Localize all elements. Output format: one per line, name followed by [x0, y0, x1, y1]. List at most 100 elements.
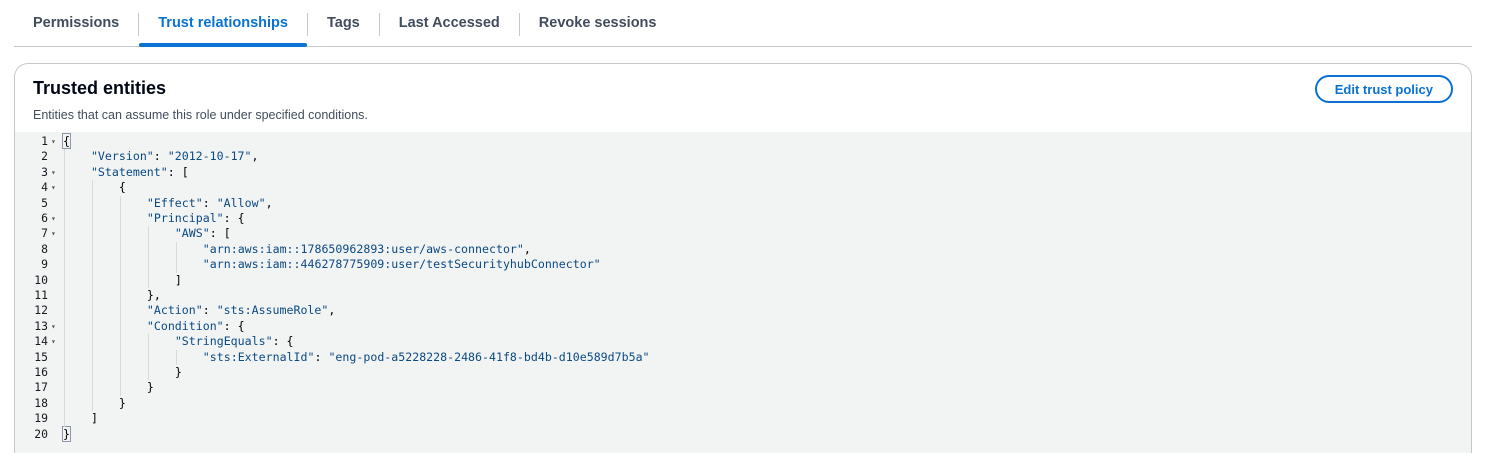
json-key: "Statement"	[90, 164, 168, 179]
json-punct: {	[62, 133, 71, 149]
code-text: },	[147, 288, 161, 303]
caret-down-icon[interactable]: ▾	[51, 319, 59, 334]
code-line: 10]	[15, 273, 1471, 288]
json-punct: }	[62, 425, 71, 442]
tab-permissions[interactable]: Permissions	[14, 0, 138, 46]
tab-trust-relationships[interactable]: Trust relationships	[139, 0, 307, 47]
json-key: "sts:ExternalId"	[202, 349, 315, 364]
json-punct: : {	[272, 334, 294, 349]
json-punct: :	[202, 303, 217, 318]
code-text: "Effect": "Allow",	[147, 196, 273, 211]
json-string: "eng-pod-a5228228-2486-41f8-bd4b-d10e589…	[328, 349, 650, 364]
panel-title: Trusted entities	[33, 78, 167, 98]
json-key: "Action"	[146, 303, 203, 318]
code-line: 13 ▾ "Condition": {	[15, 319, 1471, 334]
code-text: ]	[91, 411, 98, 426]
code-line: 5 "Effect": "Allow",	[15, 196, 1471, 211]
line-number: 8	[41, 241, 48, 256]
json-punct: ,	[251, 149, 259, 164]
code-line: 19]	[15, 411, 1471, 426]
indent-guide	[175, 349, 177, 365]
line-number: 5	[41, 195, 48, 210]
caret-down-icon[interactable]: ▾	[51, 334, 59, 349]
json-punct: ]	[174, 272, 182, 287]
code-text: "AWS": [	[175, 226, 231, 241]
code-text: "sts:ExternalId": "eng-pod-a5228228-2486…	[203, 350, 650, 365]
code-text: "Version": "2012-10-17",	[91, 149, 259, 164]
code-text: "arn:aws:iam::446278775909:user/testSecu…	[203, 257, 601, 272]
code-text: {	[119, 180, 126, 195]
json-punct: :	[202, 195, 217, 210]
line-number: 9	[41, 257, 48, 272]
caret-down-icon[interactable]: ▾	[51, 211, 59, 226]
caret-down-icon[interactable]: ▾	[51, 180, 59, 195]
indent-guide	[64, 149, 65, 427]
json-punct: :	[153, 149, 168, 164]
json-string: "2012-10-17"	[167, 149, 252, 164]
code-text: "Condition": {	[147, 319, 245, 334]
trusted-entities-panel: Trusted entities Entities that can assum…	[14, 63, 1472, 453]
line-number: 14	[34, 334, 48, 349]
line-number: 20	[34, 426, 48, 441]
line-number: 4	[41, 180, 48, 195]
json-punct: }	[146, 380, 154, 395]
caret-down-icon[interactable]: ▾	[51, 134, 59, 149]
code-line: 18}	[15, 396, 1471, 411]
line-number: 6	[41, 211, 48, 225]
indent-guide	[147, 226, 149, 288]
json-key: "AWS"	[174, 226, 210, 241]
json-key: "Principal"	[146, 211, 224, 225]
indent-guide	[147, 334, 149, 381]
code-text: {	[62, 133, 71, 149]
json-key: "Effect"	[146, 195, 203, 210]
code-text: ]	[175, 273, 182, 288]
code-line: 8 "arn:aws:iam::178650962893:user/aws-con…	[15, 242, 1471, 257]
caret-down-icon[interactable]: ▾	[51, 226, 59, 241]
code-line: 6 ▾ "Principal": {	[15, 211, 1471, 226]
json-punct: ,	[328, 303, 336, 318]
line-number: 13	[34, 318, 48, 333]
json-punct: }	[174, 365, 182, 379]
indent-guide	[91, 180, 93, 412]
json-punct: : {	[223, 211, 245, 225]
tab-tags[interactable]: Tags	[308, 0, 379, 46]
line-number: 12	[34, 303, 48, 318]
json-punct: ]	[90, 411, 98, 426]
line-number: 7	[41, 226, 48, 241]
json-punct: ,	[523, 241, 531, 256]
code-line: 2 "Version": "2012-10-17",	[15, 149, 1471, 164]
json-string: "Allow"	[216, 195, 266, 210]
line-number: 16	[34, 365, 48, 379]
code-text: "Principal": {	[147, 211, 245, 226]
code-text: }	[175, 365, 182, 380]
line-number: 1	[41, 134, 48, 148]
code-text: "StringEquals": {	[175, 334, 294, 349]
code-line: 12 "Action": "sts:AssumeRole",	[15, 303, 1471, 318]
code-line: 7 ▾ "AWS": [	[15, 226, 1471, 241]
tab-revoke-sessions[interactable]: Revoke sessions	[520, 0, 676, 46]
line-number: 19	[34, 411, 48, 426]
code-text: }	[147, 380, 154, 395]
code-line: 16}	[15, 365, 1471, 380]
edit-trust-policy-button[interactable]: Edit trust policy	[1314, 75, 1453, 103]
code-text: "Statement": [	[91, 165, 189, 180]
json-string: "arn:aws:iam::446278775909:user/testSecu…	[202, 257, 601, 272]
caret-down-icon[interactable]: ▾	[51, 165, 59, 180]
json-punct: :	[314, 349, 329, 364]
json-string: "sts:AssumeRole"	[216, 303, 329, 318]
json-string: "arn:aws:iam::178650962893:user/aws-conn…	[202, 241, 524, 256]
json-punct: : [	[167, 164, 189, 179]
line-number: 17	[34, 380, 48, 395]
line-number: 10	[34, 272, 48, 287]
code-line: 14 ▾ "StringEquals": {	[15, 334, 1471, 349]
json-punct: {	[118, 180, 126, 195]
json-punct: }	[118, 395, 126, 410]
json-key: "StringEquals"	[174, 334, 273, 349]
policy-code-editor[interactable]: 1 ▾{2 "Version": "2012-10-17", 3 ▾ "Statement…	[15, 132, 1471, 453]
code-text: }	[119, 396, 126, 411]
json-key: "Version"	[90, 149, 154, 164]
line-number: 3	[41, 164, 48, 179]
line-number: 2	[41, 149, 48, 164]
tab-last-accessed[interactable]: Last Accessed	[380, 0, 519, 46]
indent-guide	[175, 241, 177, 273]
